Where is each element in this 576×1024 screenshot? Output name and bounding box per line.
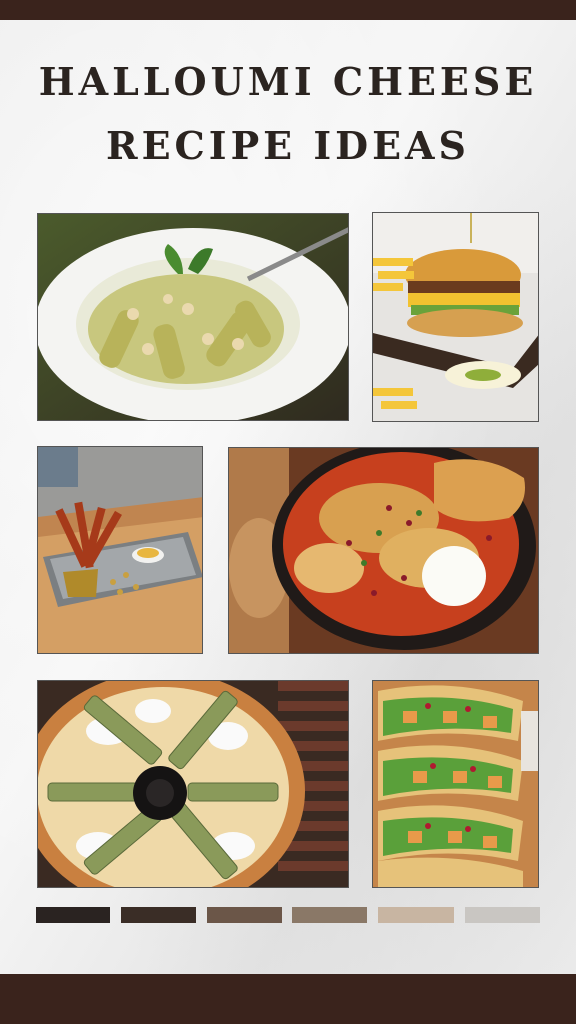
palette-swatch-5 bbox=[378, 907, 454, 923]
palette-swatch-6 bbox=[465, 907, 540, 923]
halloumi-burger-photo bbox=[372, 212, 539, 422]
top-band bbox=[0, 0, 576, 20]
halloumi-tacos-photo bbox=[372, 680, 539, 888]
palette-swatch-4 bbox=[292, 907, 367, 923]
halloumi-pizza-photo bbox=[37, 680, 349, 888]
page-title-line-2: RECIPE IDEAS bbox=[106, 123, 470, 168]
page-title-line-1: HALLOUMI CHEESE bbox=[38, 59, 538, 104]
halloumi-shakshuka-photo bbox=[228, 447, 539, 654]
palette-swatch-1 bbox=[36, 907, 110, 923]
halloumi-pasta-photo bbox=[37, 213, 349, 421]
bottom-band bbox=[0, 974, 576, 1024]
palette-swatch-3 bbox=[207, 907, 282, 923]
halloumi-fries-photo bbox=[37, 446, 203, 654]
palette-swatch-2 bbox=[121, 907, 196, 923]
